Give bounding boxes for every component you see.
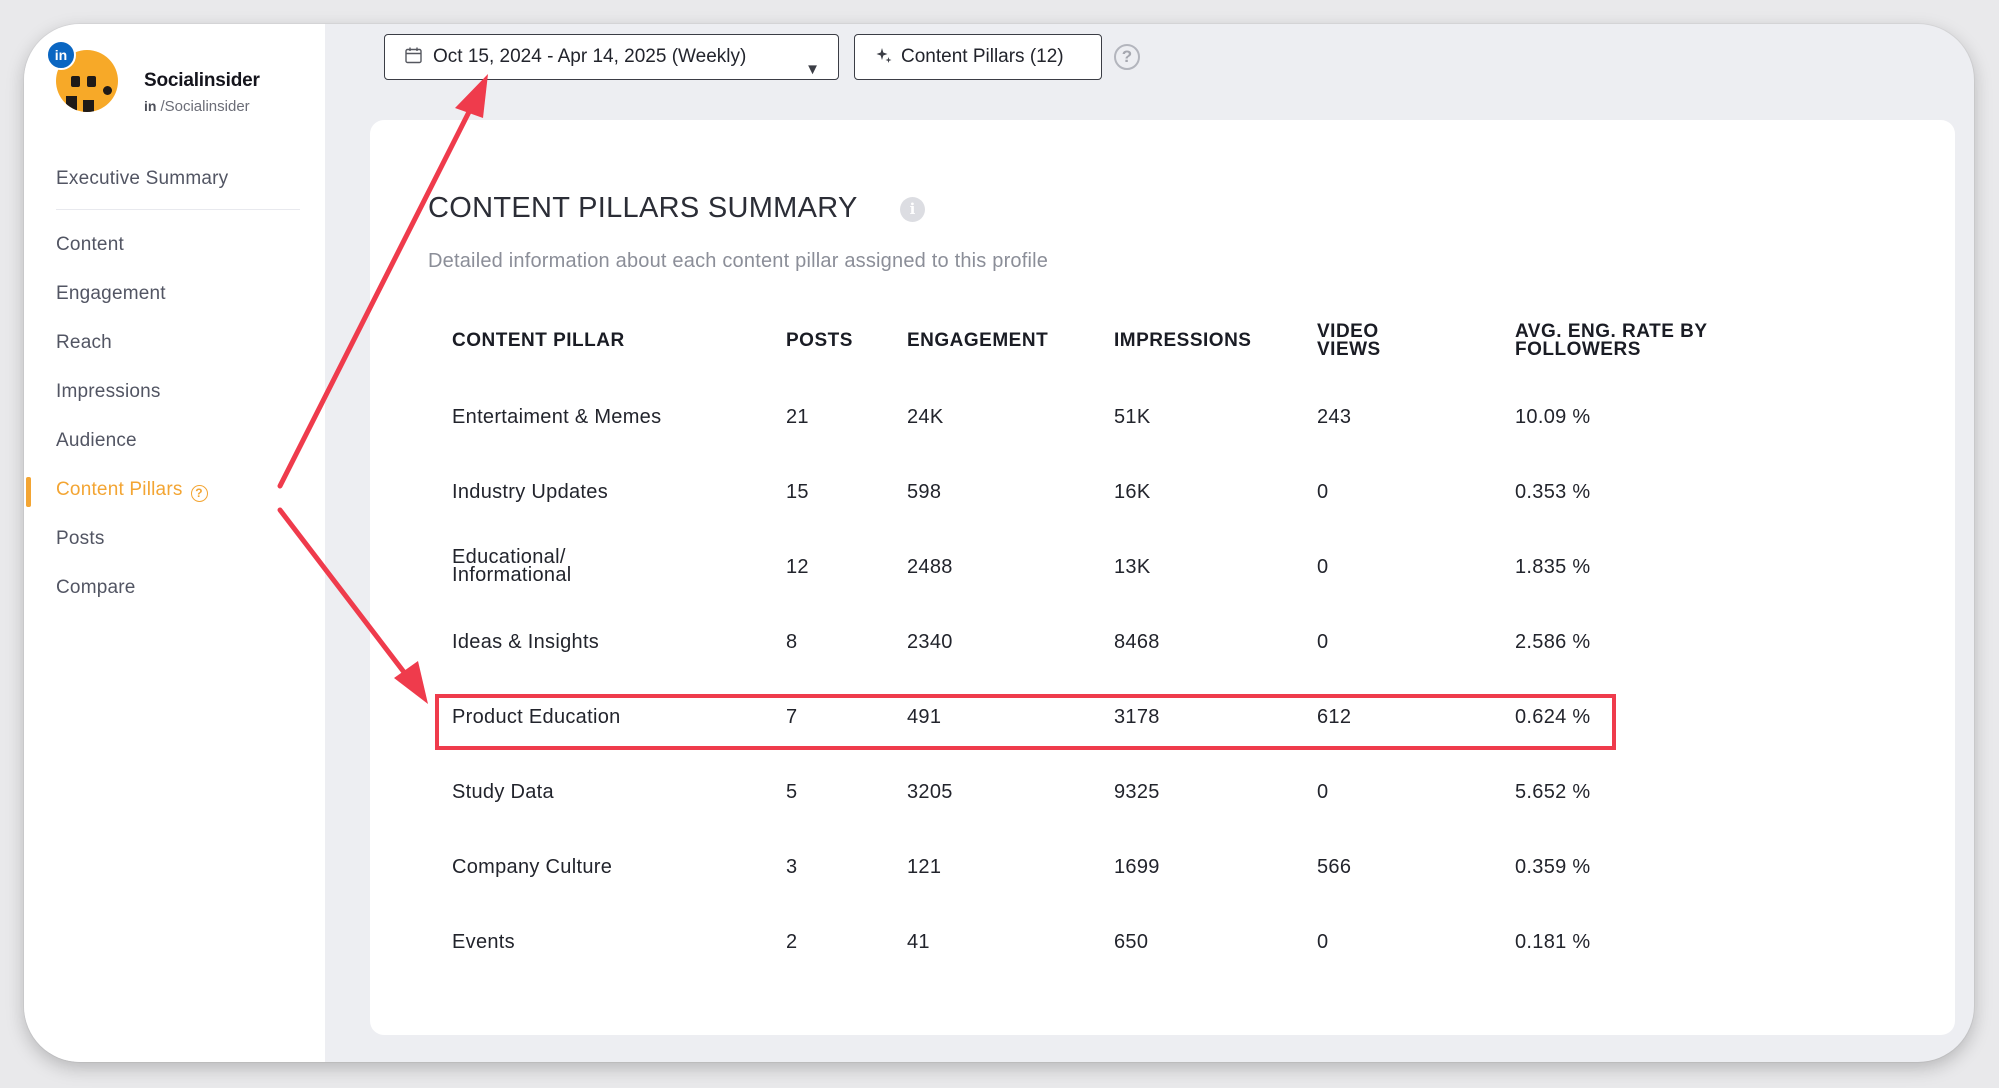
cell-line: Informational	[452, 564, 572, 586]
cell-posts: 21	[786, 406, 809, 428]
sidebar-item-label: Content	[56, 234, 124, 255]
cell-engagement: 121	[907, 856, 942, 878]
cell-video-views: 0	[1317, 931, 1329, 953]
sidebar-item-label: Impressions	[56, 381, 161, 402]
avatar-eye	[71, 76, 80, 87]
chevron-down-icon: ▼	[805, 61, 820, 78]
cell-posts: 3	[786, 856, 798, 878]
pillars-table: CONTENT PILLAR POSTS ENGAGEMENT IMPRESSI…	[370, 120, 1955, 1035]
header-line: VIEWS	[1317, 339, 1381, 360]
sidebar-item-compare[interactable]: Compare	[24, 563, 325, 612]
app-window: in Socialinsider in/Socialinsider Execut…	[24, 24, 1974, 1062]
sidebar-item-label: Engagement	[56, 283, 166, 304]
column-header-pillar[interactable]: CONTENT PILLAR	[452, 331, 625, 350]
cell-engagement: 3205	[907, 781, 953, 803]
cell-posts: 8	[786, 631, 798, 653]
cell-impressions: 13K	[1114, 556, 1151, 578]
cell-impressions: 51K	[1114, 406, 1151, 428]
avatar-dot	[103, 86, 112, 95]
column-header-video-views[interactable]: VIDEO VIEWS	[1317, 322, 1381, 360]
sidebar-item-executive-summary[interactable]: Executive Summary	[24, 154, 325, 209]
cell-pillar: Study Data	[452, 781, 554, 803]
avatar-eye	[87, 76, 96, 87]
cell-pillar: Company Culture	[452, 856, 613, 878]
cell-engagement: 24K	[907, 406, 944, 428]
cell-pillar: Industry Updates	[452, 481, 608, 503]
cell-impressions: 650	[1114, 931, 1149, 953]
sidebar-item-label: Posts	[56, 528, 105, 549]
cell-avg-rate: 10.09 %	[1515, 406, 1591, 428]
highlight-box	[435, 694, 1616, 750]
cell-engagement: 2488	[907, 556, 953, 578]
sidebar-item-content-pillars[interactable]: Content Pillars?	[24, 465, 325, 514]
cell-avg-rate: 0.359 %	[1515, 856, 1591, 878]
sidebar-item-content[interactable]: Content	[24, 220, 325, 269]
cell-video-views: 0	[1317, 481, 1329, 503]
sidebar-item-label: Content Pillars	[56, 479, 183, 500]
sidebar-item-engagement[interactable]: Engagement	[24, 269, 325, 318]
sidebar-item-label: Reach	[56, 332, 112, 353]
sidebar-item-audience[interactable]: Audience	[24, 416, 325, 465]
help-icon[interactable]: ?	[1114, 44, 1140, 70]
linkedin-icon: in	[46, 40, 76, 70]
cell-video-views: 243	[1317, 406, 1352, 428]
calendar-icon	[405, 47, 422, 64]
avatar-foot	[66, 96, 77, 112]
profile-header[interactable]: in Socialinsider in/Socialinsider	[46, 40, 316, 140]
cell-engagement: 2340	[907, 631, 953, 653]
column-header-engagement[interactable]: ENGAGEMENT	[907, 331, 1048, 350]
content-pillars-label: Content Pillars (12)	[901, 46, 1064, 67]
column-header-posts[interactable]: POSTS	[786, 331, 853, 350]
sidebar-item-impressions[interactable]: Impressions	[24, 367, 325, 416]
linkedin-text-icon: in	[144, 98, 157, 114]
cell-impressions: 16K	[1114, 481, 1151, 503]
sidebar: in Socialinsider in/Socialinsider Execut…	[24, 24, 325, 1062]
cell-pillar: Educational/Informational	[452, 547, 572, 586]
cell-video-views: 566	[1317, 856, 1352, 878]
profile-handle: in/Socialinsider	[144, 98, 250, 115]
sparkle-icon	[876, 48, 892, 63]
cell-pillar: Ideas & Insights	[452, 631, 600, 653]
cell-avg-rate: 0.181 %	[1515, 931, 1591, 953]
sidebar-item-label: Audience	[56, 430, 137, 451]
sidebar-item-posts[interactable]: Posts	[24, 514, 325, 563]
cell-avg-rate: 5.652 %	[1515, 781, 1591, 803]
cell-posts: 12	[786, 556, 809, 578]
date-range-picker[interactable]: Oct 15, 2024 - Apr 14, 2025 (Weekly) ▼	[384, 34, 839, 80]
sidebar-item-label: Compare	[56, 577, 136, 598]
cell-avg-rate: 2.586 %	[1515, 631, 1591, 653]
profile-handle-text: /Socialinsider	[160, 98, 250, 115]
header-line: FOLLOWERS	[1515, 339, 1641, 360]
sidebar-item-label: Executive Summary	[56, 168, 229, 189]
cell-avg-rate: 0.353 %	[1515, 481, 1591, 503]
help-icon[interactable]: ?	[190, 485, 208, 502]
profile-name: Socialinsider	[144, 70, 260, 91]
cell-impressions: 1699	[1114, 856, 1160, 878]
cell-video-views: 0	[1317, 781, 1329, 803]
cell-pillar: Events	[452, 931, 515, 953]
column-header-avg-eng-rate[interactable]: AVG. ENG. RATE BY FOLLOWERS	[1515, 322, 1708, 360]
cell-posts: 15	[786, 481, 809, 503]
cell-avg-rate: 1.835 %	[1515, 556, 1591, 578]
cell-impressions: 9325	[1114, 781, 1160, 803]
cell-video-views: 0	[1317, 631, 1329, 653]
cell-engagement: 598	[907, 481, 942, 503]
cell-posts: 5	[786, 781, 798, 803]
content-pillars-button[interactable]: Content Pillars (12)	[854, 34, 1102, 80]
avatar-foot	[83, 100, 94, 112]
column-header-impressions[interactable]: IMPRESSIONS	[1114, 331, 1251, 350]
nav-divider	[56, 209, 300, 210]
date-range-label: Oct 15, 2024 - Apr 14, 2025 (Weekly)	[433, 46, 747, 67]
sidebar-item-reach[interactable]: Reach	[24, 318, 325, 367]
cell-engagement: 41	[907, 931, 930, 953]
sidebar-nav: Executive Summary Content Engagement Rea…	[24, 154, 325, 612]
cell-impressions: 8468	[1114, 631, 1160, 653]
cell-pillar: Entertaiment & Memes	[452, 406, 662, 428]
cell-posts: 2	[786, 931, 798, 953]
cell-video-views: 0	[1317, 556, 1329, 578]
content-pillars-summary-card: CONTENT PILLARS SUMMARY i Detailed infor…	[370, 120, 1955, 1035]
